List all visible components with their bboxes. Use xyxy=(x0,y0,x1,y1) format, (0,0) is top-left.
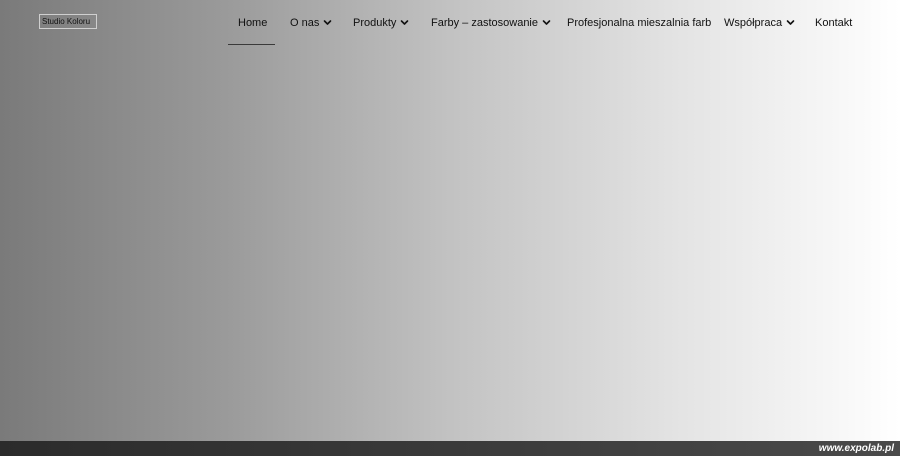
site-header: Studio Koloru Home O nas Produkty Farby … xyxy=(0,0,900,46)
footer-bar: www.expolab.pl xyxy=(0,441,900,456)
nav-item-label: O nas xyxy=(290,17,320,29)
active-nav-indicator xyxy=(228,44,275,45)
watermark-text: www.expolab.pl xyxy=(818,443,894,454)
nav-item-label: Współpraca xyxy=(724,17,783,29)
nav-item-o-nas[interactable]: O nas xyxy=(290,13,332,33)
nav-item-label: Produkty xyxy=(353,17,397,29)
nav-item-mieszalnia[interactable]: Profesjonalna mieszalnia farb xyxy=(567,13,711,33)
nav-item-wspolpraca[interactable]: Współpraca xyxy=(724,13,795,33)
nav-item-home[interactable]: Home xyxy=(238,13,267,33)
nav-item-label: Kontakt xyxy=(815,17,853,29)
nav-item-label: Profesjonalna mieszalnia farb xyxy=(567,17,712,29)
site-logo[interactable]: Studio Koloru xyxy=(39,14,97,29)
chevron-down-icon xyxy=(542,18,551,27)
chevron-down-icon xyxy=(323,18,332,27)
nav-item-label: Home xyxy=(238,17,268,29)
nav-item-kontakt[interactable]: Kontakt xyxy=(815,13,852,33)
nav-item-label: Farby – zastosowanie xyxy=(431,17,538,29)
nav-item-produkty[interactable]: Produkty xyxy=(353,13,409,33)
chevron-down-icon xyxy=(786,18,795,27)
chevron-down-icon xyxy=(400,18,409,27)
nav-item-farby-zastosowanie[interactable]: Farby – zastosowanie xyxy=(431,13,551,33)
